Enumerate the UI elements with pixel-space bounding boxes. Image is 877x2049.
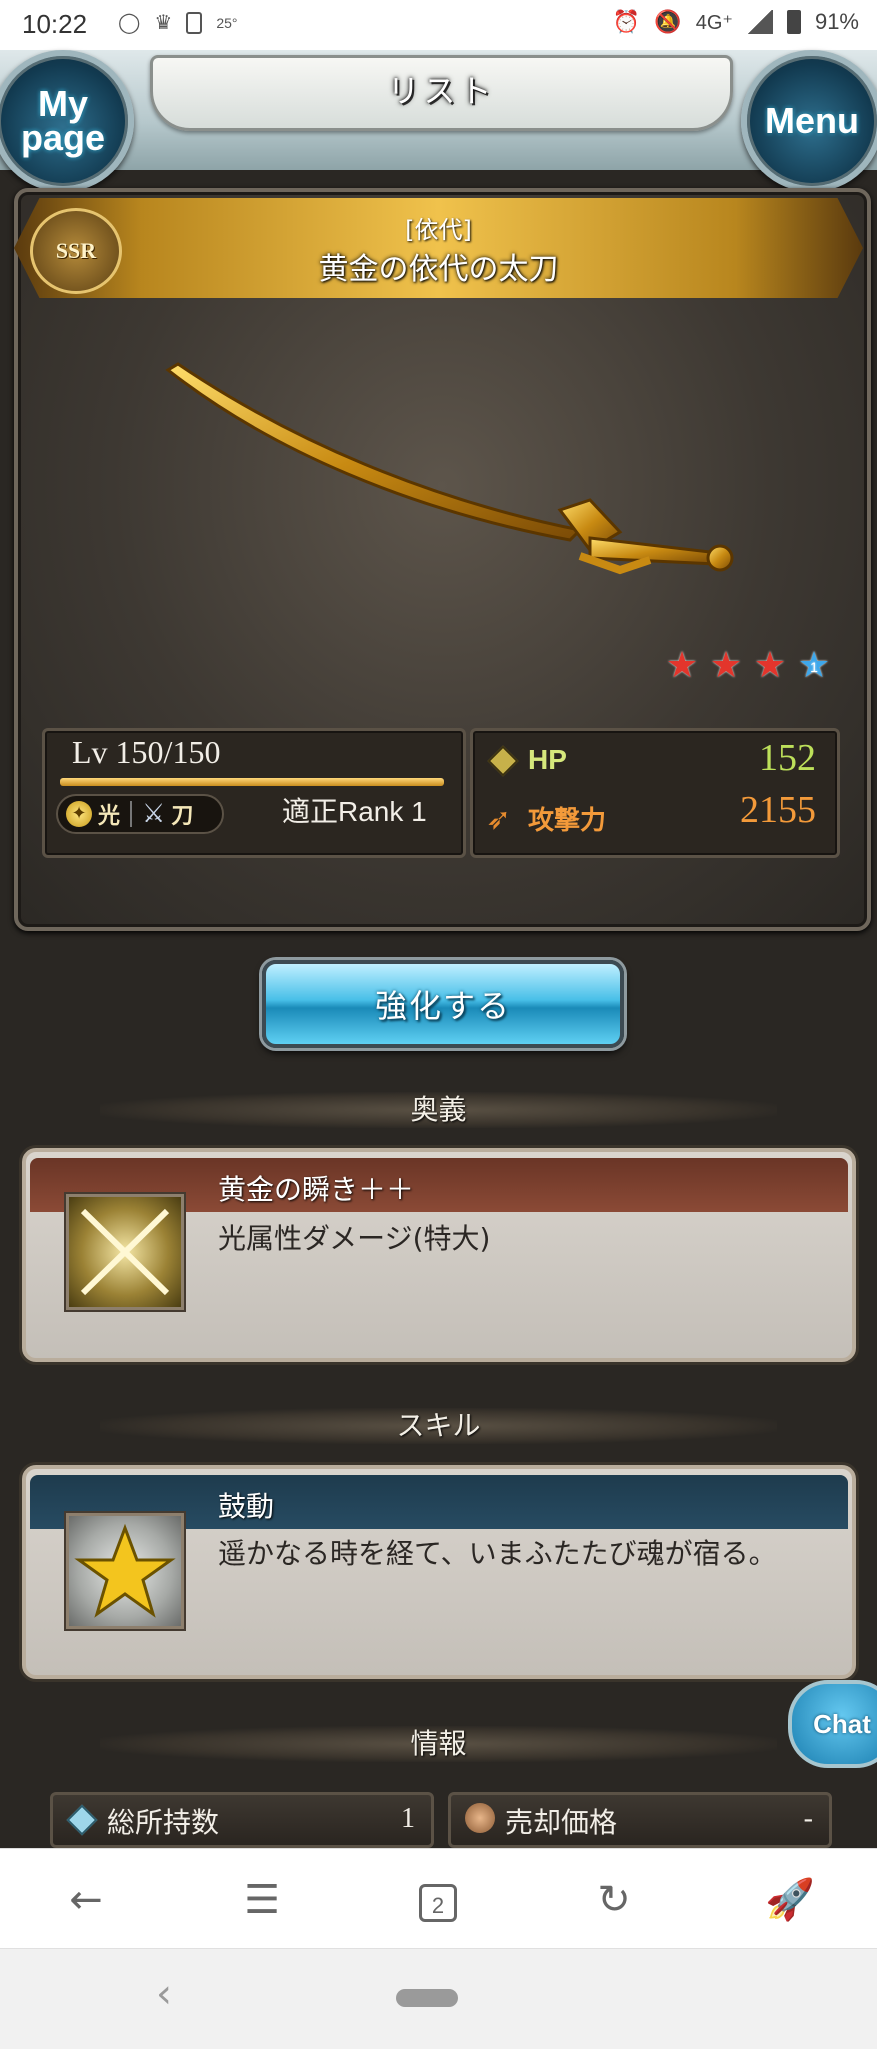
ougi-section-header: 奥義 [100,1092,777,1128]
level-progress-bar [60,778,444,786]
gem-icon [66,1804,98,1836]
network-label: 4G⁺ [695,11,733,34]
element-label: 光 [98,804,121,829]
sell-price-label: 売却価格 [505,1806,618,1839]
app-icon [186,11,203,34]
skill-description: 遥かなる時を経て、いまふたたび魂が宿る。 [218,1537,777,1570]
nav-back-icon[interactable]: ‹ [156,1971,172,2017]
ougi-description: 光属性ダメージ(特大) [218,1222,491,1255]
reload-icon[interactable]: ↻ [584,1875,644,1925]
chat-label: Chat [813,1708,871,1739]
star-icon: ★ [709,645,743,686]
crown-icon: ♛ [154,12,173,34]
hp-label: HP [528,744,567,775]
menu-list-icon[interactable]: ☰ [232,1875,292,1925]
enhance-button[interactable]: 強化する [262,960,624,1048]
alarm-icon: ⏰ [612,9,641,34]
tabs-button[interactable]: 2 [408,1875,468,1925]
tab-count: 2 [419,1884,457,1922]
sell-price-box: 売却価格 - [448,1792,832,1848]
star-icon: ★ [665,645,699,686]
notification-icon: ◯ [118,12,141,34]
menu-label: Menu [765,100,859,141]
nav-home-pill[interactable] [396,1989,458,2007]
skill-card: 鼓動 遥かなる時を経て、いまふたたび魂が宿る。 [22,1465,856,1679]
browser-toolbar: ← ☰ 2 ↻ 🚀 [0,1848,877,1949]
game-header: リスト My page Menu [0,50,877,192]
battery-icon [786,10,801,34]
weapon-type-label: 刀 [171,804,194,829]
temperature: 25° [216,14,238,31]
signal-icon [746,10,773,34]
mypage-button[interactable]: My page [0,50,134,192]
light-element-icon: ✦ [66,801,92,827]
status-bar: 10:22 ◯ ♛ 25° ⏰ 🔕 4G⁺ 91% [0,0,877,50]
coin-icon [465,1803,495,1833]
uncap-stars: ★ ★ ★ ★ 1 [664,648,832,684]
menu-button[interactable]: Menu [741,50,877,192]
star-skill-icon [66,1513,184,1629]
mypage-label: My page [20,83,106,158]
ownership-value: 1 [401,1803,415,1834]
rank-text: 適正Rank 1 [282,796,427,827]
weapon-category: [依代] [405,216,472,244]
crossed-swords-icon [66,1194,184,1310]
ougi-card: 黄金の瞬き＋＋ 光属性ダメージ(特大) [22,1148,856,1362]
level-text: Lv 150/150 [72,734,221,770]
attribute-pill: ✦ 光 ⚔ 刀 [56,794,224,834]
star-icon: ★ [753,645,787,686]
crossed-swords-icon: ⚔ [142,799,166,829]
transcend-level: 1 [810,659,818,675]
rocket-icon[interactable]: 🚀 [760,1875,820,1925]
title-bar: リスト [150,55,733,131]
transcend-star-icon: ★ 1 [797,645,831,686]
skill-section-header: スキル [100,1408,777,1444]
info-section-header: 情報 [100,1726,777,1762]
sell-price-value: - [803,1803,813,1834]
clock: 10:22 [22,9,88,39]
ownership-box: 総所持数 1 [50,1792,434,1848]
enhance-label: 強化する [374,987,511,1025]
battery-level: 91% [814,9,859,34]
attack-label: 攻撃力 [528,806,607,836]
system-nav-bar: ‹ [0,1948,877,2049]
weapon-name: 黄金の依代の太刀 [318,252,559,287]
chat-button[interactable]: Chat [788,1680,877,1768]
skill-title: 鼓動 [218,1490,275,1523]
mute-icon: 🔕 [654,9,682,34]
back-arrow-icon[interactable]: ← [56,1875,116,1925]
ownership-label: 総所持数 [107,1806,220,1839]
weapon-image [165,362,734,575]
attack-icon: ➶ [486,802,512,837]
ougi-title: 黄金の瞬き＋＋ [218,1173,415,1206]
attack-value: 2155 [740,789,816,831]
hp-value: 152 [759,737,816,779]
page-title: リスト [387,72,496,110]
